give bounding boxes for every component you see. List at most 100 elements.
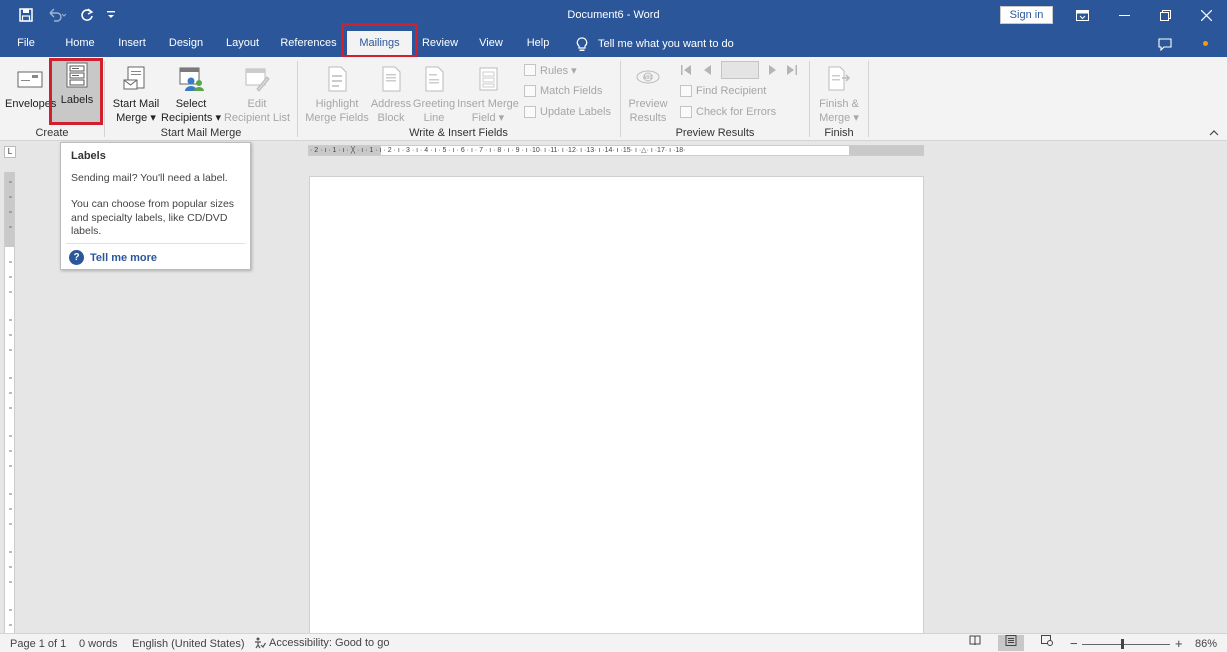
greeting-line-line1: Greeting bbox=[412, 98, 456, 110]
tab-help[interactable]: Help bbox=[520, 31, 556, 57]
start-mail-merge-line2: Merge ▾ bbox=[116, 112, 156, 124]
edit-list-icon bbox=[245, 68, 270, 92]
find-recipient-button[interactable]: Find Recipient bbox=[680, 83, 766, 99]
customize-qat-icon[interactable] bbox=[104, 6, 118, 24]
word-count[interactable]: 0 words bbox=[79, 638, 118, 650]
undo-icon[interactable] bbox=[44, 6, 70, 24]
accessibility-label: Accessibility: Good to go bbox=[269, 637, 390, 649]
title-bar: Document6 - Word Sign in bbox=[0, 0, 1227, 31]
group-separator bbox=[809, 61, 810, 137]
horizontal-ruler[interactable]: · 2 · ı · 1 · ı · ╳ · ı · 1 · ı · 2 · ı … bbox=[308, 145, 924, 156]
greeting-line-button[interactable]: Greeting Line bbox=[412, 65, 456, 125]
highlight-merge-fields-line1: Highlight bbox=[315, 98, 359, 110]
record-number-input[interactable] bbox=[721, 61, 759, 79]
envelopes-button[interactable]: Envelopes bbox=[5, 65, 57, 111]
group-start-mail-merge-label: Start Mail Merge bbox=[160, 127, 242, 139]
tooltip-description-1: Sending mail? You'll need a label. bbox=[71, 172, 228, 184]
zoom-slider-thumb[interactable] bbox=[1121, 639, 1124, 649]
tell-me-more-label: Tell me more bbox=[90, 251, 158, 264]
edit-recipient-list-line1: Edit bbox=[247, 98, 267, 110]
start-mail-merge-button[interactable]: Start Mail Merge ▾ bbox=[110, 65, 162, 125]
tab-file[interactable]: File bbox=[10, 31, 42, 57]
tab-home[interactable]: Home bbox=[57, 31, 103, 57]
first-record-icon[interactable] bbox=[680, 64, 692, 76]
labels-icon bbox=[66, 62, 88, 88]
tooltip-description-2: You can choose from popular sizes and sp… bbox=[71, 198, 235, 237]
accessibility-icon bbox=[255, 637, 266, 649]
read-mode-icon[interactable] bbox=[962, 635, 988, 651]
finish-merge-button[interactable]: Finish & Merge ▾ bbox=[814, 65, 864, 125]
edit-recipient-list-button[interactable]: Edit Recipient List bbox=[223, 65, 291, 125]
select-recipients-button[interactable]: Select Recipients ▾ bbox=[160, 65, 222, 125]
greeting-line-icon bbox=[425, 66, 444, 92]
print-layout-icon[interactable] bbox=[998, 635, 1024, 651]
zoom-in-icon[interactable]: + bbox=[1175, 636, 1183, 651]
update-labels-button[interactable]: Update Labels bbox=[524, 104, 611, 120]
tooltip-divider bbox=[66, 243, 245, 244]
tab-insert[interactable]: Insert bbox=[112, 31, 152, 57]
minimize-icon[interactable] bbox=[1103, 0, 1145, 31]
insert-merge-field-button[interactable]: Insert Merge Field ▾ bbox=[456, 65, 520, 125]
tab-references[interactable]: References bbox=[278, 31, 339, 57]
save-icon[interactable] bbox=[16, 6, 36, 24]
tab-design[interactable]: Design bbox=[164, 31, 208, 57]
match-fields-icon bbox=[524, 85, 536, 97]
group-separator bbox=[297, 61, 298, 137]
tab-view[interactable]: View bbox=[473, 31, 509, 57]
redo-icon[interactable] bbox=[78, 6, 96, 24]
sign-in-button[interactable]: Sign in bbox=[1000, 6, 1053, 24]
group-create-label: Create bbox=[35, 127, 69, 139]
match-fields-label: Match Fields bbox=[540, 85, 603, 97]
group-write-insert-label: Write & Insert Fields bbox=[409, 127, 508, 139]
recipients-icon bbox=[179, 67, 204, 91]
check-errors-button[interactable]: Check for Errors bbox=[680, 104, 776, 120]
ruler-right-margin bbox=[849, 146, 924, 155]
update-labels-icon bbox=[524, 106, 536, 118]
ruler-ticks: · 2 · ı · 1 · ı · ╳ · ı · 1 · ı · 2 · ı … bbox=[310, 147, 686, 154]
rules-button[interactable]: Rules ▾ bbox=[524, 62, 577, 78]
insert-field-icon bbox=[479, 67, 498, 91]
zoom-out-icon[interactable]: − bbox=[1070, 636, 1078, 651]
restore-icon[interactable] bbox=[1144, 0, 1186, 31]
tab-layout[interactable]: Layout bbox=[219, 31, 266, 57]
previous-record-icon[interactable] bbox=[702, 64, 714, 76]
collapse-ribbon-icon[interactable] bbox=[1209, 127, 1219, 139]
language-status[interactable]: English (United States) bbox=[132, 638, 245, 650]
web-layout-icon[interactable] bbox=[1034, 635, 1060, 651]
check-errors-label: Check for Errors bbox=[696, 106, 777, 118]
ribbon-display-options-icon[interactable] bbox=[1061, 0, 1103, 31]
accessibility-status[interactable]: Accessibility: Good to go bbox=[253, 637, 389, 649]
zoom-level[interactable]: 86% bbox=[1195, 638, 1217, 650]
document-name: Document6 bbox=[567, 9, 624, 21]
last-record-icon[interactable] bbox=[786, 64, 798, 76]
document-page[interactable] bbox=[309, 176, 924, 636]
page-count[interactable]: Page 1 of 1 bbox=[10, 638, 66, 650]
lightbulb-icon bbox=[576, 36, 588, 51]
record-navigation bbox=[680, 61, 800, 79]
finish-merge-icon bbox=[828, 66, 851, 91]
tab-mailings[interactable]: Mailings bbox=[347, 31, 412, 57]
ribbon: Envelopes Labels Create Start Mail Merge… bbox=[0, 57, 1227, 141]
labels-button[interactable]: Labels bbox=[55, 61, 99, 107]
preview-results-button[interactable]: ABC Preview Results bbox=[624, 65, 672, 125]
address-block-icon bbox=[382, 66, 401, 92]
highlight-merge-fields-button[interactable]: Highlight Merge Fields bbox=[304, 65, 370, 125]
tell-me-search[interactable]: Tell me what you want to do bbox=[576, 31, 734, 57]
finish-merge-line2: Merge ▾ bbox=[819, 112, 859, 124]
mail-merge-icon bbox=[123, 66, 145, 90]
address-block-button[interactable]: Address Block bbox=[369, 65, 413, 125]
tab-selector[interactable]: L bbox=[4, 146, 16, 158]
edit-recipient-list-line2: Recipient List bbox=[223, 112, 291, 124]
envelopes-label: Envelopes bbox=[5, 98, 57, 110]
match-fields-button[interactable]: Match Fields bbox=[524, 83, 602, 99]
next-record-icon[interactable] bbox=[766, 64, 778, 76]
comments-icon[interactable] bbox=[1144, 31, 1186, 57]
finish-merge-line1: Finish & bbox=[819, 98, 859, 110]
vertical-ruler[interactable] bbox=[4, 172, 15, 634]
close-icon[interactable] bbox=[1185, 0, 1227, 31]
zoom-slider[interactable] bbox=[1082, 644, 1170, 645]
tell-me-more-link[interactable]: ? Tell me more bbox=[69, 250, 157, 265]
update-labels-label: Update Labels bbox=[540, 106, 611, 118]
tab-review[interactable]: Review bbox=[418, 31, 462, 57]
select-recipients-line1: Select bbox=[175, 98, 207, 110]
